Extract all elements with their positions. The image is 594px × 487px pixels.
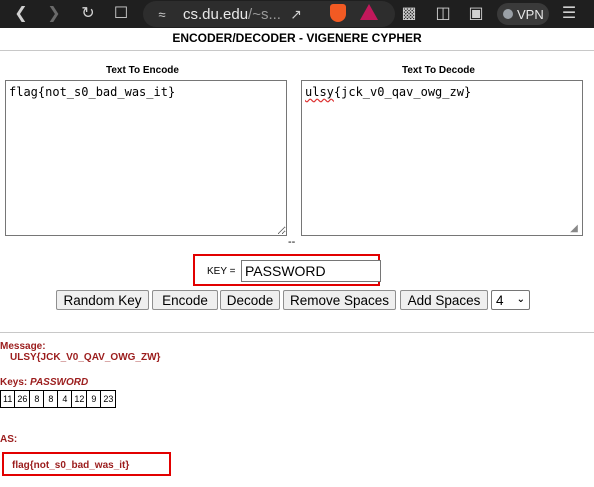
answer-highlight-box: flag{not_s0_bad_was_it} — [2, 452, 171, 476]
answer-text: flag{not_s0_bad_was_it} — [12, 460, 130, 471]
wallet-icon[interactable]: ▣ — [465, 3, 487, 25]
group-size-select[interactable]: 4 ⌄ — [491, 290, 530, 310]
key-number-cell: 9 — [86, 390, 102, 408]
resize-handle-icon[interactable]: ◢ — [567, 222, 581, 236]
browser-toolbar: ❮ ❯ ↻ ☐ ≈ cs.du.edu/~s... ↗ ▩ ◫ ▣ VPN ☰ — [0, 0, 594, 28]
key-number-cell: 26 — [14, 390, 31, 408]
key-label: KEY = — [207, 266, 236, 277]
decode-button[interactable]: Decode — [220, 290, 280, 310]
key-number-cell: 8 — [43, 390, 59, 408]
add-spaces-button[interactable]: Add Spaces — [400, 290, 488, 310]
key-input[interactable] — [241, 260, 381, 282]
chevron-down-icon: ⌄ — [516, 294, 525, 305]
key-number-cell: 8 — [29, 390, 45, 408]
keys-label-row: Keys: PASSWORD — [0, 377, 88, 388]
decode-text-rest: {jck_v0_qav_owg_zw} — [333, 85, 472, 99]
extensions-icon[interactable]: ▩ — [398, 3, 420, 25]
results-divider — [0, 332, 594, 333]
vpn-status-icon — [503, 9, 513, 19]
key-number-cell: 23 — [100, 390, 117, 408]
message-label: Message: — [0, 341, 46, 352]
sidebar-icon[interactable]: ◫ — [432, 3, 454, 25]
encode-textarea[interactable] — [5, 80, 287, 236]
share-icon[interactable]: ↗ — [285, 3, 307, 25]
table-row: 11 26 8 8 4 12 9 23 — [0, 390, 117, 408]
decode-textarea[interactable]: ulsy{jck_v0_qav_owg_zw} — [301, 80, 583, 236]
address-bar[interactable]: ≈ cs.du.edu/~s... ↗ — [143, 1, 395, 27]
keys-label: Keys: — [0, 377, 28, 388]
vpn-button[interactable]: VPN — [497, 3, 549, 25]
encode-label: Text To Encode — [106, 65, 179, 76]
as-label: AS: — [0, 434, 18, 445]
back-icon[interactable]: ❮ — [10, 3, 32, 25]
brave-shield-icon[interactable] — [330, 4, 346, 22]
keys-value: PASSWORD — [30, 377, 89, 388]
remove-spaces-button[interactable]: Remove Spaces — [283, 290, 396, 310]
decode-label: Text To Decode — [402, 65, 475, 76]
reload-icon[interactable]: ↻ — [77, 3, 99, 25]
group-size-value: 4 — [496, 292, 504, 308]
key-number-cell: 12 — [71, 390, 88, 408]
key-number-table: 11 26 8 8 4 12 9 23 — [0, 390, 117, 408]
encode-button[interactable]: Encode — [152, 290, 218, 310]
separator-text: -- — [288, 236, 296, 248]
brave-rewards-icon[interactable] — [360, 4, 378, 20]
key-highlight-box: KEY = — [193, 254, 381, 286]
site-settings-icon[interactable]: ≈ — [151, 3, 173, 25]
menu-icon[interactable]: ☰ — [558, 3, 580, 25]
title-divider — [0, 50, 594, 51]
forward-icon[interactable]: ❯ — [43, 3, 65, 25]
message-value: ULSY{JCK_V0_QAV_OWG_ZW} — [10, 352, 161, 363]
decode-text-misspelled: ulsy — [305, 85, 334, 99]
bookmark-icon[interactable]: ☐ — [110, 3, 132, 25]
url-text: cs.du.edu/~s... — [183, 6, 281, 23]
key-number-cell: 4 — [57, 390, 73, 408]
key-number-cell: 11 — [0, 390, 16, 408]
vpn-label: VPN — [517, 6, 544, 22]
random-key-button[interactable]: Random Key — [56, 290, 149, 310]
page-title: ENCODER/DECODER - VIGENERE CYPHER — [172, 31, 422, 45]
